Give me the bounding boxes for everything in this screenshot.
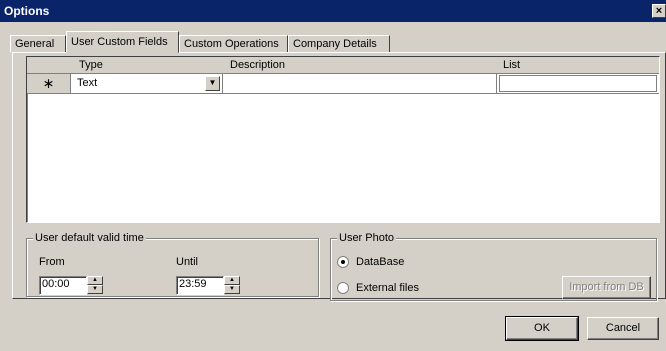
new-row-indicator-icon: ∗: [27, 74, 71, 93]
spin-up-icon[interactable]: ▲: [224, 276, 240, 285]
cancel-button[interactable]: Cancel: [587, 317, 659, 340]
grid-header: Type Description List: [27, 57, 659, 74]
until-time-input[interactable]: 23:59: [176, 276, 224, 295]
database-label[interactable]: DataBase: [356, 256, 404, 268]
title-bar[interactable]: Options ×: [0, 0, 666, 22]
tab-custom-operations[interactable]: Custom Operations: [179, 35, 288, 53]
spin-up-icon[interactable]: ▲: [87, 276, 103, 285]
description-cell[interactable]: [223, 74, 497, 93]
new-row[interactable]: ∗ Text ▼: [27, 74, 659, 94]
spin-down-icon[interactable]: ▼: [87, 285, 103, 294]
window-title: Options: [4, 4, 50, 18]
from-label: From: [39, 256, 65, 268]
options-dialog: Options × General User Custom Fields Cus…: [0, 0, 666, 351]
external-files-radio[interactable]: [337, 282, 349, 294]
spin-down-icon[interactable]: ▼: [224, 285, 240, 294]
chevron-down-icon[interactable]: ▼: [205, 76, 220, 91]
tab-general[interactable]: General: [10, 35, 66, 53]
close-icon[interactable]: ×: [652, 4, 666, 18]
until-label: Until: [176, 256, 199, 268]
database-radio[interactable]: [337, 256, 349, 268]
column-header-description[interactable]: Description: [230, 57, 285, 74]
ok-button[interactable]: OK: [505, 316, 579, 341]
tab-company-details[interactable]: Company Details: [288, 35, 390, 53]
external-files-label[interactable]: External files: [356, 282, 419, 294]
list-cell[interactable]: [499, 75, 657, 92]
custom-fields-grid[interactable]: Type Description List ∗ Text ▼: [26, 56, 660, 223]
user-photo-legend: User Photo: [337, 231, 397, 245]
column-header-type[interactable]: Type: [79, 57, 103, 74]
valid-time-legend: User default valid time: [33, 231, 146, 245]
type-cell-value: Text: [77, 77, 98, 89]
from-time-input[interactable]: 00:00: [39, 276, 87, 295]
import-from-db-button[interactable]: Import from DB: [562, 276, 651, 299]
type-cell[interactable]: Text ▼: [71, 74, 223, 93]
column-header-list[interactable]: List: [503, 57, 520, 74]
tab-user-custom-fields[interactable]: User Custom Fields: [66, 31, 179, 53]
